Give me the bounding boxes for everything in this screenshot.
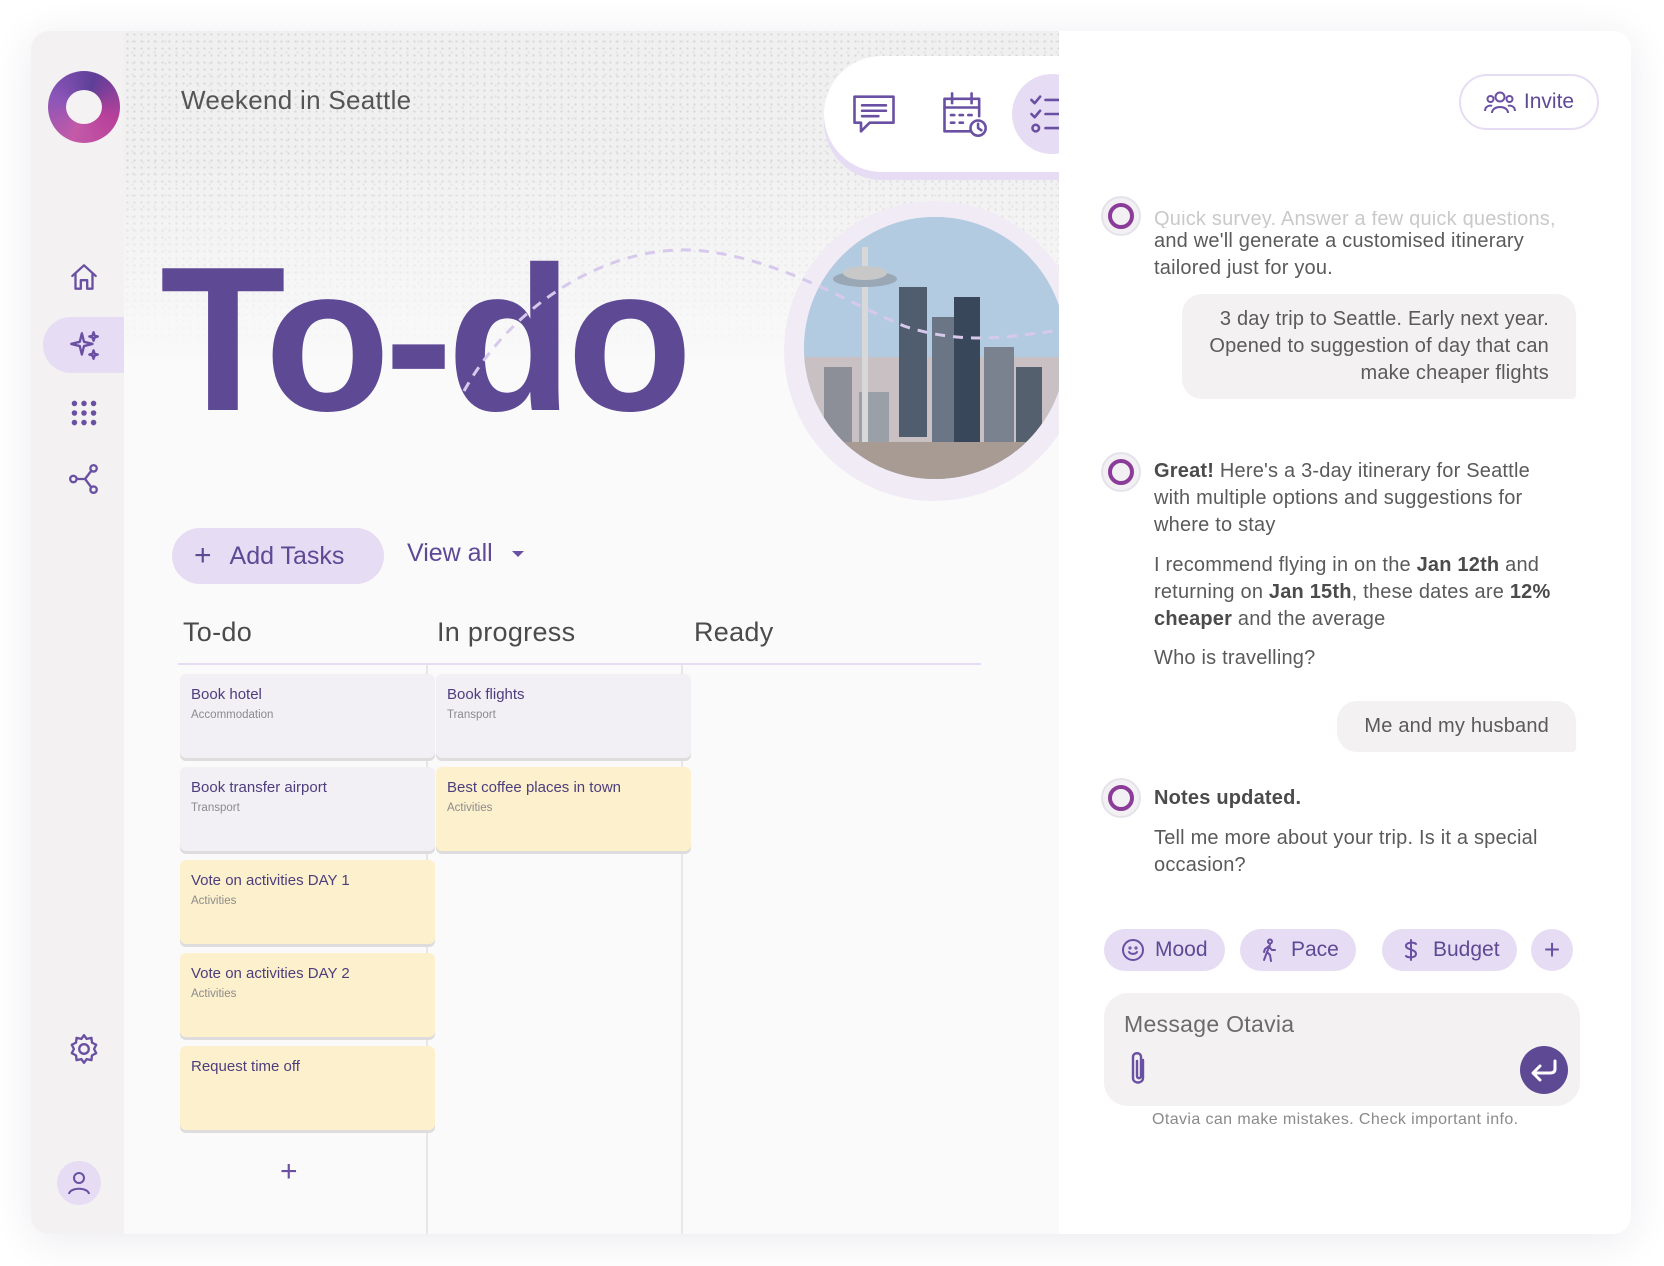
dollar-icon (1405, 939, 1417, 961)
task-category: Transport (447, 709, 496, 721)
message-text: and we'll generate a customised itinerar… (1154, 230, 1524, 279)
assistant-avatar (1101, 196, 1141, 236)
budget-chip[interactable]: Budget (1382, 929, 1517, 971)
assistant-message: I recommend flying in on the Jan 12th an… (1154, 552, 1564, 633)
add-card-button[interactable]: + (280, 1155, 298, 1189)
column-header-todo: To-do (183, 617, 253, 647)
column-divider (178, 663, 981, 665)
invite-label: Invite (1523, 90, 1575, 113)
assistant-message: Who is travelling? (1154, 647, 1316, 669)
share-icon (68, 464, 98, 494)
task-category: Accommodation (191, 709, 274, 721)
add-tasks-label: Add Tasks (229, 541, 345, 570)
task-card[interactable]: Book transfer airport Transport (180, 767, 435, 851)
enter-arrow-icon (1531, 1059, 1557, 1082)
user-message: 3 day trip to Seattle. Early next year. … (1182, 294, 1576, 399)
view-switcher (824, 56, 1059, 172)
plus-icon: + (194, 539, 212, 572)
add-tasks-button[interactable]: + Add Tasks (172, 528, 384, 584)
add-chip-button[interactable]: + (1531, 929, 1573, 971)
message-input-placeholder[interactable]: Message Otavia (1124, 1011, 1294, 1038)
sidebar-item-sparkle[interactable] (43, 317, 124, 373)
pace-chip[interactable]: Pace (1240, 929, 1356, 971)
paperclip-icon (1131, 1052, 1145, 1084)
board-area: Weekend in Seattle To-do + Add Tasks Vie… (124, 31, 1059, 1234)
message-bold: Great! (1154, 460, 1215, 482)
chip-label: Pace (1291, 938, 1339, 961)
task-card[interactable]: Best coffee places in town Activities (436, 767, 691, 851)
decorative-flight-path (462, 248, 1054, 392)
task-title: Book flights (447, 686, 525, 703)
assistant-message: Notes updated. (1154, 787, 1302, 809)
settings-gear-icon (70, 1034, 97, 1064)
apps-grid-icon (71, 400, 96, 426)
task-card[interactable]: Book flights Transport (436, 674, 691, 758)
faded-text: Quick survey. Answer a few quick questio… (1154, 211, 1556, 228)
column-header-in-progress: In progress (437, 617, 576, 647)
message-bold: Jan 15th (1268, 581, 1352, 603)
sidebar-item-settings[interactable] (43, 1021, 124, 1077)
smiley-icon (1122, 939, 1144, 961)
calendar-view-button[interactable] (924, 74, 1004, 154)
checklist-view-button[interactable] (1012, 74, 1059, 154)
user-message: Me and my husband (1337, 701, 1576, 752)
app-window: Weekend in Seattle To-do + Add Tasks Vie… (31, 31, 1631, 1234)
chat-view-button[interactable] (834, 74, 914, 154)
task-card[interactable]: Book hotel Accommodation (180, 674, 435, 758)
sidebar-item-apps[interactable] (43, 385, 124, 441)
assistant-avatar (1101, 452, 1141, 492)
sparkle-icon (69, 331, 99, 360)
mood-chip[interactable]: Mood (1104, 929, 1225, 971)
message-line: make cheaper flights (1360, 362, 1549, 384)
message-bold: Jan 12th (1416, 554, 1500, 576)
task-category: Activities (447, 802, 493, 814)
trip-title: Weekend in Seattle (181, 85, 412, 115)
people-icon (1483, 91, 1516, 114)
task-title: Book transfer airport (191, 779, 327, 796)
chip-label: Mood (1155, 938, 1208, 961)
user-avatar-icon (68, 1172, 90, 1195)
chip-label: Budget (1433, 938, 1500, 961)
task-title: Vote on activities DAY 2 (191, 965, 350, 982)
message-line: 3 day trip to Seattle. Early next year. (1219, 308, 1549, 330)
message-line: Opened to suggestion of day that can (1209, 335, 1549, 357)
otavia-logo[interactable] (48, 71, 120, 143)
send-button[interactable] (1520, 1046, 1568, 1094)
assistant-message: Tell me more about your trip. Is it a sp… (1154, 827, 1538, 876)
assistant-avatar (1101, 778, 1141, 818)
sidebar-item-home[interactable] (43, 249, 124, 305)
assistant-message: Great! Here's a 3-day itinerary for Seat… (1154, 458, 1554, 539)
task-card[interactable]: Vote on activities DAY 1 Activities (180, 860, 435, 944)
attach-button[interactable] (1124, 1048, 1152, 1088)
message-text: , these dates are (1351, 581, 1510, 603)
task-category: Activities (191, 895, 237, 907)
message-composer[interactable]: Message Otavia (1104, 993, 1580, 1106)
disclaimer-text: Otavia can make mistakes. Check importan… (1152, 1111, 1519, 1128)
task-card[interactable]: Vote on activities DAY 2 Activities (180, 953, 435, 1037)
user-avatar[interactable] (57, 1161, 101, 1205)
view-all-dropdown[interactable]: View all (407, 539, 525, 568)
sidebar-item-share[interactable] (43, 451, 124, 507)
task-category: Activities (191, 988, 237, 1000)
task-category: Transport (191, 802, 240, 814)
column-header-ready: Ready (694, 617, 774, 647)
walking-person-icon (1263, 938, 1276, 962)
invite-button[interactable]: Invite (1459, 74, 1599, 130)
view-all-label: View all (407, 539, 493, 567)
task-title: Request time off (191, 1058, 300, 1075)
chat-icon (853, 95, 895, 133)
task-title: Vote on activities DAY 1 (191, 872, 350, 889)
assistant-message: Quick survey. Answer a few quick questio… (1154, 211, 1574, 282)
message-text: I recommend flying in on the (1154, 554, 1417, 576)
calendar-clock-icon (943, 92, 987, 137)
home-icon (70, 264, 97, 290)
task-title: Best coffee places in town (447, 779, 621, 796)
task-card[interactable]: Request time off (180, 1046, 435, 1130)
chevron-down-icon (511, 550, 524, 557)
task-title: Book hotel (191, 686, 262, 703)
chat-panel: Invite Quick survey. Answer a few quick … (1059, 31, 1631, 1234)
message-text: and the average (1232, 608, 1386, 630)
sidebar (31, 31, 181, 1234)
checklist-icon (1030, 95, 1059, 133)
